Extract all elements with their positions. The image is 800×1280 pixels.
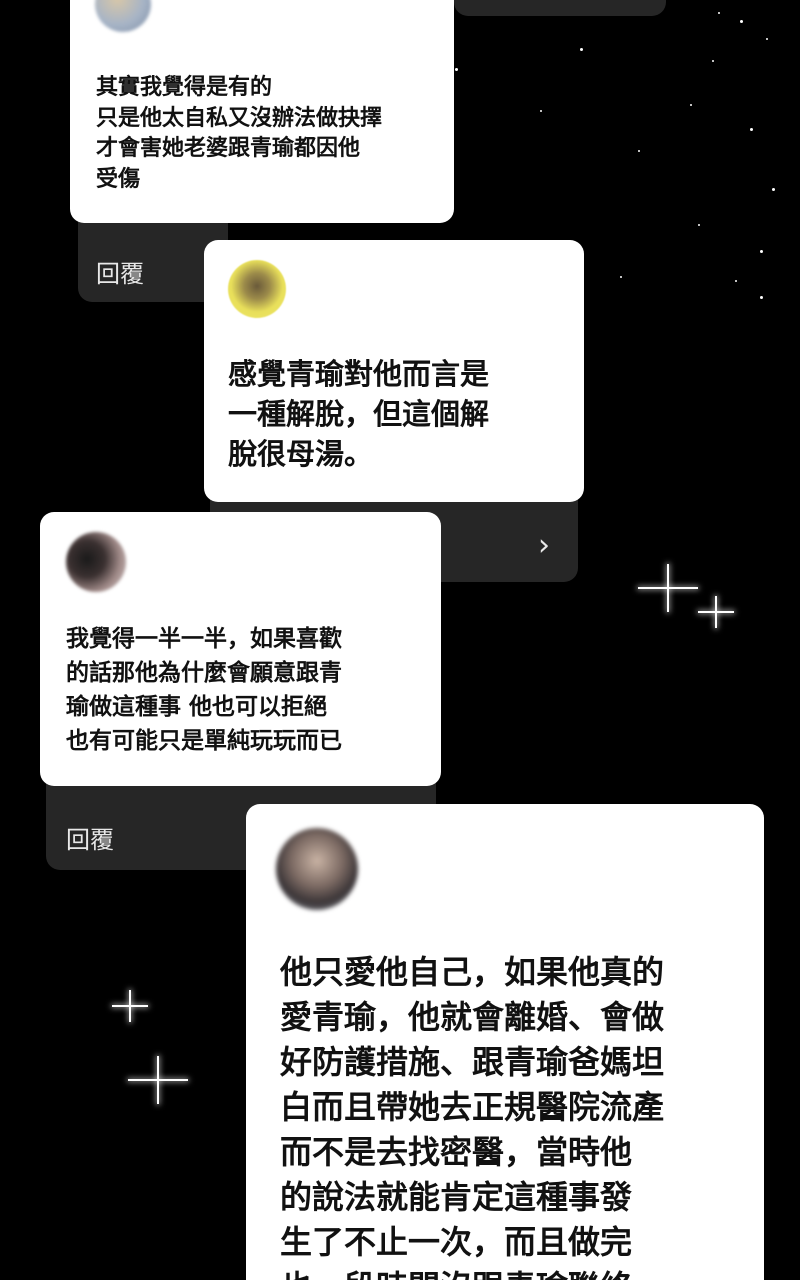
comment-card: 其實我覺得是有的 只是他太自私又沒辦法做抉擇 才會害她老婆跟青瑜都因他 受傷: [70, 0, 454, 223]
comment-card: 感覺青瑜對他而言是 一種解脫，但這個解 脫很母湯。: [204, 240, 584, 502]
avatar: [66, 532, 126, 592]
comment-card: 我覺得一半一半，如果喜歡 的話那他為什麼會願意跟青 瑜做這種事 他也可以拒絕 也…: [40, 512, 441, 786]
reply-button[interactable]: 回覆: [66, 820, 114, 855]
comment-text: 其實我覺得是有的 只是他太自私又沒辦法做抉擇 才會害她老婆跟青瑜都因他 受傷: [96, 75, 383, 192]
comment-text: 我覺得一半一半，如果喜歡 的話那他為什麼會願意跟青 瑜做這種事 他也可以拒絕 也…: [66, 626, 342, 754]
comment-card: 他只愛他自己，如果他真的 愛青瑜，他就會離婚、會做 好防護措施、跟青瑜爸媽坦 白…: [246, 804, 764, 1280]
comment-card-partial: [454, 0, 666, 16]
story-screen: 回覆 其實我覺得是有的 只是他太自私又沒辦法做抉擇 才會害她老婆跟青瑜都因他 受…: [0, 0, 800, 1280]
comment-text: 感覺青瑜對他而言是 一種解脫，但這個解 脫很母湯。: [228, 357, 490, 471]
chevron-right-icon[interactable]: ›: [538, 531, 550, 561]
avatar: [95, 0, 151, 32]
avatar: [276, 828, 358, 910]
reply-button[interactable]: 回覆: [96, 254, 144, 289]
avatar: [228, 260, 286, 318]
comment-text: 他只愛他自己，如果他真的 愛青瑜，他就會離婚、會做 好防護措施、跟青瑜爸媽坦 白…: [280, 953, 665, 1280]
